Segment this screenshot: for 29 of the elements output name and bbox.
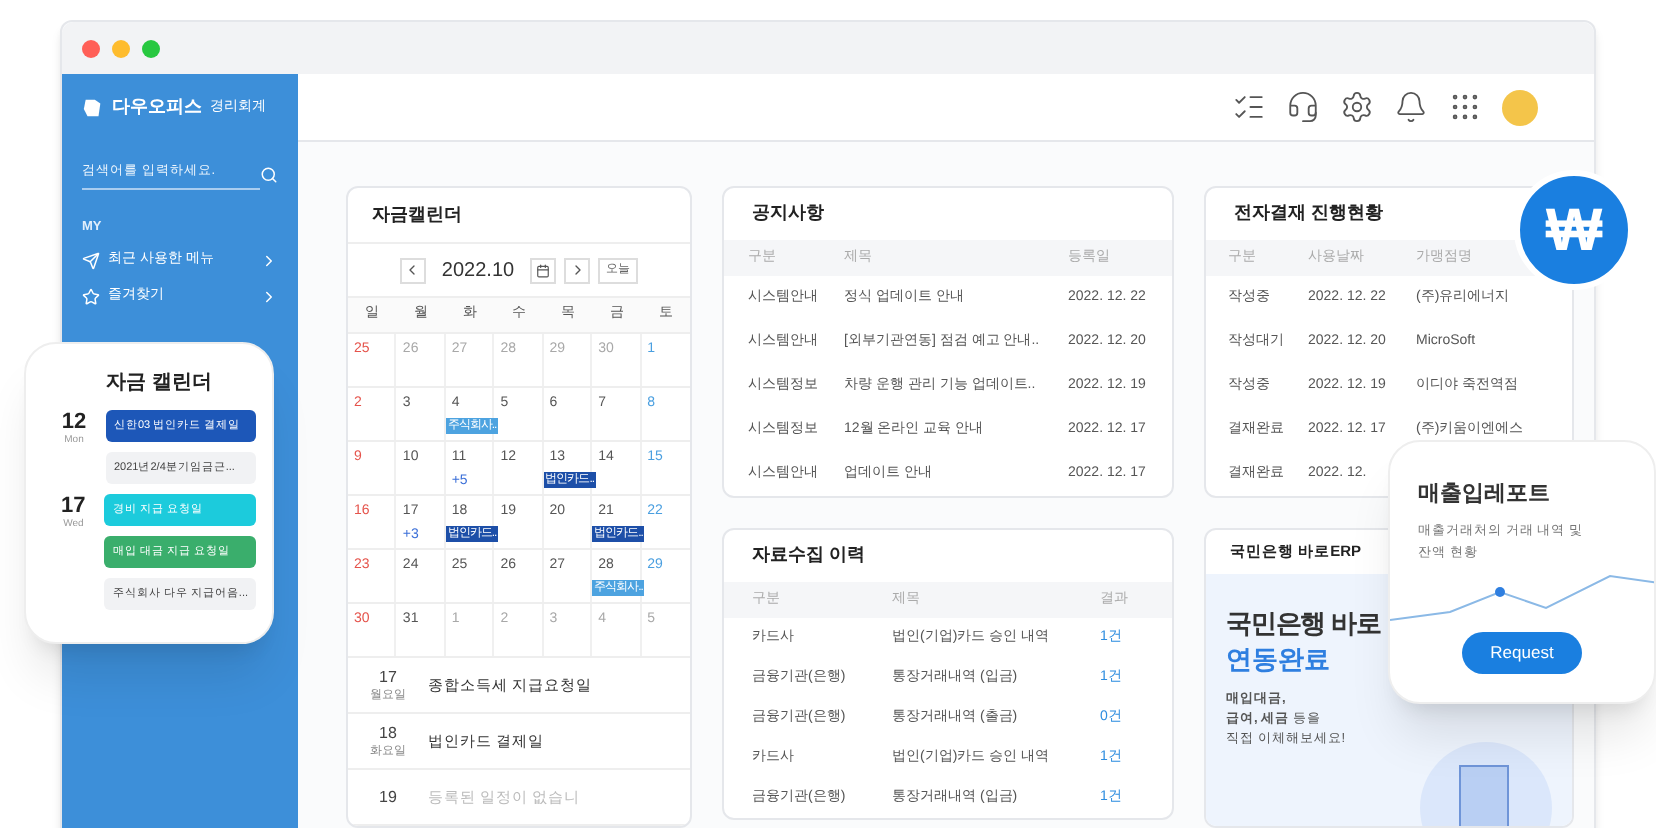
headline: 국민은행 바로 [1226,606,1381,642]
agenda-day: 19 [379,787,397,807]
card-title: 전자결재 진행현황 [1232,200,1386,227]
logo-icon [82,97,104,119]
agenda-day: 18 [379,723,397,743]
card-title: 자료수집 이력 [750,542,868,569]
month-label: 2022.10 [439,257,517,285]
request-button[interactable]: Request [1462,631,1582,673]
calendar-button[interactable] [530,257,557,283]
report-title: 매출입레포트 [1416,480,1552,510]
apps-icon[interactable] [1448,90,1482,124]
fund-card-title: 자금 캘린더 [106,370,214,398]
card-title: 자금캘린더 [348,188,690,244]
checklist-icon[interactable] [1232,90,1266,124]
date-number: 17 [61,494,86,518]
previous-button[interactable] [399,257,426,283]
status-text: 연동완료 [1226,642,1330,678]
calendar-icon [536,263,551,277]
search-icon[interactable] [260,166,278,185]
brand-name: 다우오피스 [112,94,202,121]
send-icon [82,251,100,269]
star-icon [82,287,100,305]
bell-icon[interactable] [1394,90,1428,124]
headset-icon[interactable] [1286,90,1320,124]
settings-icon[interactable] [1340,90,1374,124]
agenda-day: 17 [379,667,397,687]
date-number: 12 [61,410,87,434]
server-drawing [1416,738,1556,826]
card-title: 공지사항 [750,200,826,227]
